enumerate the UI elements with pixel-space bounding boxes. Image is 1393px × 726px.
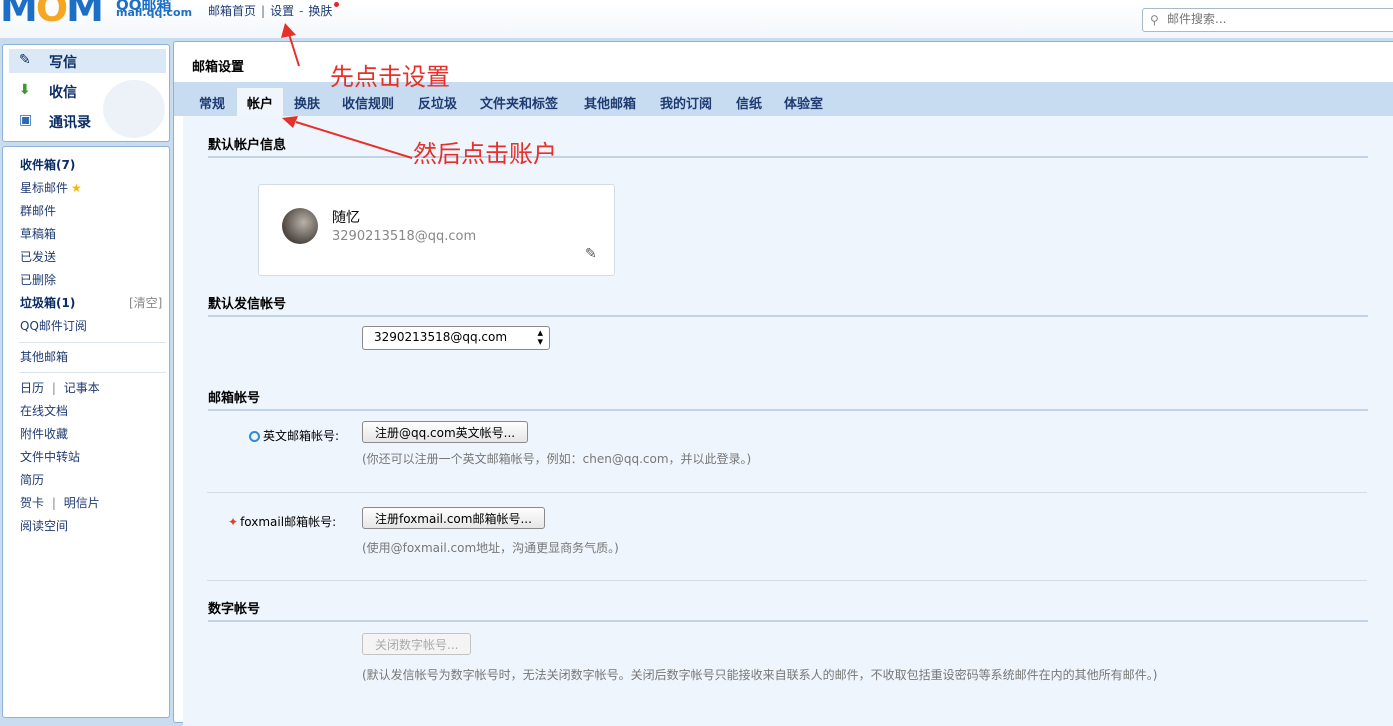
profile-email: 3290213518@qq.com [332, 229, 477, 244]
change-skin-link[interactable]: 换肤 [308, 4, 332, 18]
link-separator: - [299, 4, 304, 18]
sidebar-item-starred[interactable]: 星标邮件 ★ [20, 179, 82, 196]
digital-account-hint: (默认发信帐号为数字帐号时，无法关闭数字帐号。关闭后数字帐号只能接收来自联系人的… [362, 668, 1158, 682]
profile-name: 随忆 [332, 210, 360, 226]
link-separator: | [51, 381, 56, 395]
account-settings-content: 默认帐户信息 随忆 3290213518@qq.com ✎ 默认发信帐号 329… [183, 116, 1393, 726]
receive-mail-button[interactable]: ⬇ 收信 [9, 79, 166, 103]
sidebar-item-calendar-notes: 日历 | 记事本 [20, 379, 100, 396]
sidebar-item-attachments[interactable]: 附件收藏 [20, 425, 68, 442]
receive-mail-label: 收信 [49, 85, 77, 101]
tab-receive-rules[interactable]: 收信规则 [342, 93, 394, 112]
settings-panel: 邮箱设置 常规 帐户 换肤 收信规则 反垃圾 文件夹和标签 其他邮箱 我的订阅 … [173, 41, 1393, 726]
foxmail-account-label: ✦ foxmail邮箱帐号: [228, 515, 337, 529]
annotation-step1: 先点击设置 [330, 63, 450, 91]
link-separator: | [51, 496, 56, 510]
sidebar-item-file-transfer[interactable]: 文件中转站 [20, 448, 80, 465]
tab-stationery[interactable]: 信纸 [736, 93, 762, 112]
sidebar-item-online-docs[interactable]: 在线文档 [20, 402, 68, 419]
link-separator: | [261, 4, 266, 18]
sidebar-divider [19, 372, 166, 373]
sidebar-item-inbox[interactable]: 收件箱(7) [20, 156, 75, 173]
english-account-hint: (你还可以注册一个英文邮箱帐号，例如：chen@qq.com，并以此登录。) [362, 452, 752, 466]
tab-lab[interactable]: 体验室 [784, 93, 823, 112]
sidebar-item-reading-space[interactable]: 阅读空间 [20, 517, 68, 534]
tab-anti-spam[interactable]: 反垃圾 [418, 93, 457, 112]
section-title-default-account: 默认帐户信息 [208, 134, 1368, 158]
sidebar-item-other-mailboxes[interactable]: 其他邮箱 [20, 348, 68, 365]
sidebar-item-calendar[interactable]: 日历 [20, 381, 44, 395]
tab-other-mailboxes[interactable]: 其他邮箱 [584, 93, 636, 112]
tab-general[interactable]: 常规 [199, 93, 225, 112]
default-sender-value: 3290213518@qq.com [374, 330, 508, 344]
section-title-default-sender: 默认发信帐号 [208, 293, 1368, 317]
top-header: MOM QQ邮箱 mail.qq.com 邮箱首页 | 设置 - 换肤 ⚲ [0, 0, 1393, 38]
sidebar-item-spam[interactable]: 垃圾箱(1) [20, 294, 75, 311]
close-digital-account-button[interactable]: 关闭数字帐号... [362, 633, 472, 655]
sidebar-item-label: 星标邮件 [20, 181, 69, 195]
search-icon: ⚲ [1150, 13, 1159, 27]
annotation-step2: 然后点击账户 [413, 140, 557, 168]
profile-card: 随忆 3290213518@qq.com ✎ [258, 184, 615, 276]
sidebar-item-postcard[interactable]: 明信片 [64, 496, 100, 510]
foxmail-account-hint: (使用@foxmail.com地址，沟通更显商务气质。) [362, 541, 619, 555]
sidebar-item-notes[interactable]: 记事本 [64, 381, 100, 395]
mail-search-box[interactable]: ⚲ [1142, 8, 1393, 32]
tab-subscriptions[interactable]: 我的订阅 [660, 93, 712, 112]
default-sender-select[interactable]: 3290213518@qq.com ▴ ▾ [362, 326, 550, 350]
qq-mail-logo[interactable]: MOM [0, 0, 104, 30]
register-english-account-button[interactable]: 注册@qq.com英文帐号... [362, 421, 529, 443]
star-icon: ★ [71, 181, 82, 195]
sidebar-item-deleted[interactable]: 已删除 [20, 271, 56, 288]
contacts-button[interactable]: ▣ 通讯录 [9, 109, 166, 133]
row-divider [207, 492, 1367, 493]
sidebar-item-drafts[interactable]: 草稿箱 [20, 225, 56, 242]
select-arrows-icon: ▴ ▾ [537, 326, 543, 348]
tab-skin[interactable]: 换肤 [294, 93, 320, 112]
download-tray-icon: ⬇ [19, 82, 31, 98]
section-title-mailbox-accounts: 邮箱帐号 [208, 387, 1368, 411]
pencil-edit-icon[interactable]: ✎ [585, 246, 597, 262]
search-input[interactable] [1165, 11, 1389, 27]
sidebar-item-resume[interactable]: 简历 [20, 471, 44, 488]
sidebar-folder-list: 收件箱(7) 星标邮件 ★ 群邮件 草稿箱 已发送 已删除 垃圾箱(1) [清空]… [2, 146, 170, 718]
avatar[interactable] [282, 208, 318, 244]
register-foxmail-account-button[interactable]: 注册foxmail.com邮箱帐号... [362, 507, 545, 529]
sidebar-quick-actions: ✎ 写信 ⬇ 收信 ▣ 通讯录 [2, 44, 170, 142]
sidebar-item-subscriptions[interactable]: QQ邮件订阅 [20, 317, 87, 334]
sidebar-item-group[interactable]: 群邮件 [20, 202, 56, 219]
sidebar-item-greeting-card[interactable]: 贺卡 [20, 496, 44, 510]
top-links: 邮箱首页 | 设置 - 换肤 [207, 2, 340, 19]
globe-icon [249, 431, 260, 442]
foxmail-icon: ✦ [228, 515, 239, 529]
page-title: 邮箱设置 [192, 60, 245, 75]
settings-link[interactable]: 设置 [270, 4, 294, 18]
tab-folders-labels[interactable]: 文件夹和标签 [480, 93, 558, 112]
new-dot-badge [334, 2, 340, 7]
contact-card-icon: ▣ [19, 112, 33, 128]
compose-button[interactable]: ✎ 写信 [9, 49, 166, 73]
mailbox-home-link[interactable]: 邮箱首页 [208, 4, 256, 18]
sidebar-divider [19, 342, 166, 343]
compose-label: 写信 [49, 55, 77, 71]
section-title-digital-account: 数字帐号 [208, 598, 1368, 622]
sidebar-item-sent[interactable]: 已发送 [20, 248, 56, 265]
english-account-label: 英文邮箱帐号: [249, 427, 339, 444]
logo-url: mail.qq.com [116, 6, 193, 19]
row-divider [207, 580, 1367, 581]
clear-spam-link[interactable]: [清空] [129, 294, 162, 311]
sidebar-item-cards: 贺卡 | 明信片 [20, 494, 100, 511]
contacts-label: 通讯录 [49, 115, 91, 131]
pen-paper-icon: ✎ [19, 52, 31, 68]
